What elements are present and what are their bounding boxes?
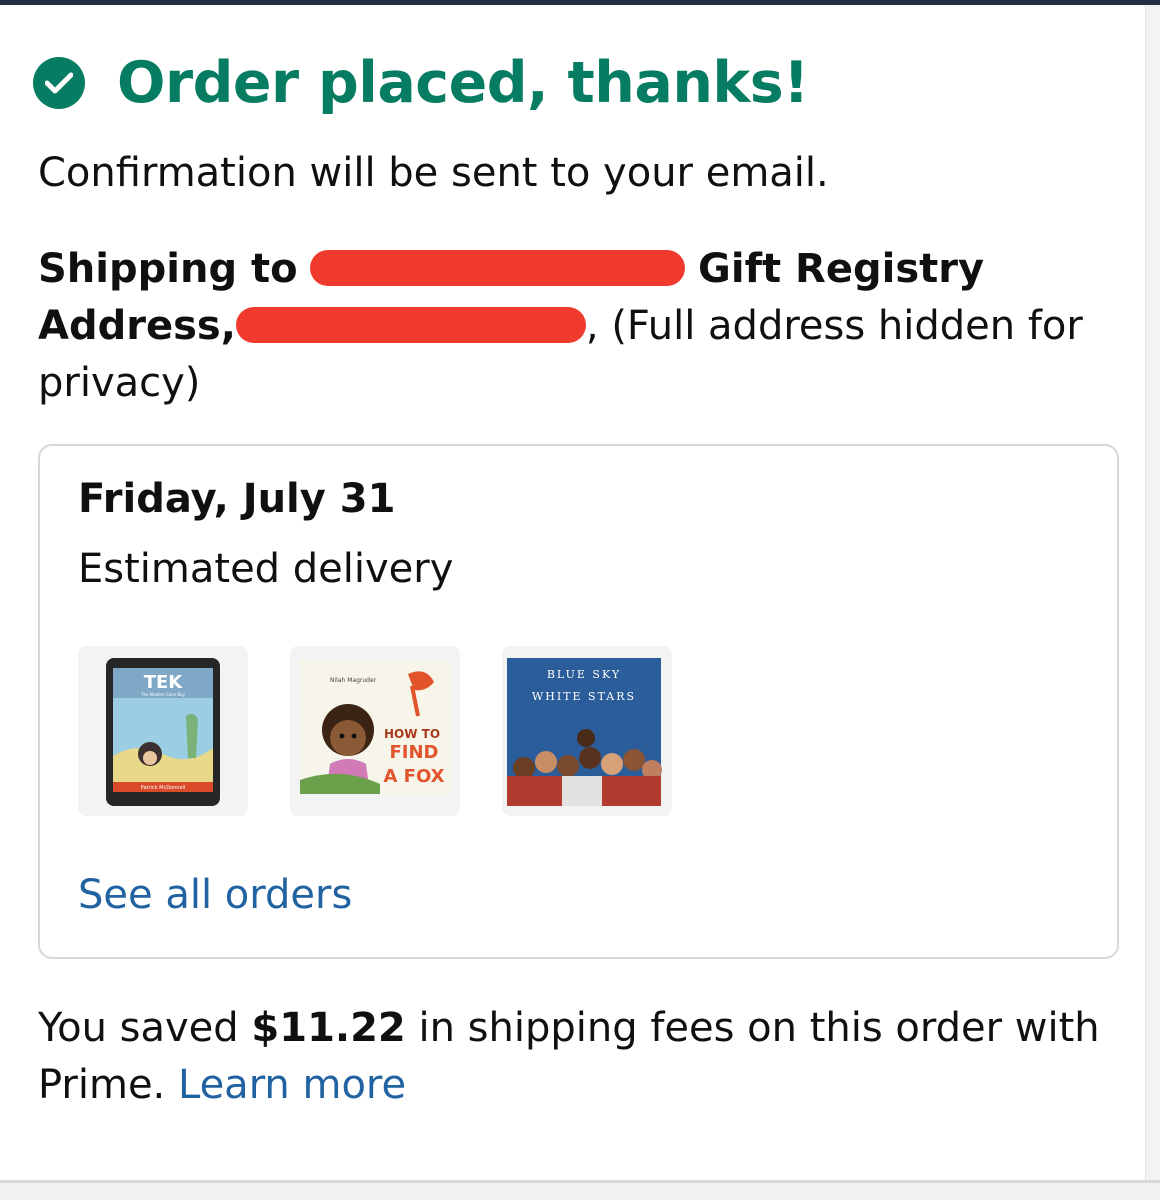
tek-author: Patrick McDonnell bbox=[141, 785, 186, 791]
order-item-thumbnails: TEK The Modern Cave Boy Patrick McDonnel… bbox=[78, 646, 672, 816]
address-label: Address, bbox=[38, 303, 236, 349]
tek-subtitle: The Modern Cave Boy bbox=[140, 692, 186, 697]
shipping-prefix: Shipping to bbox=[38, 246, 298, 292]
order-item-thumbnail[interactable]: BLUE SKY WHITE STARS bbox=[502, 646, 672, 816]
fox-title-1: HOW TO bbox=[384, 727, 440, 741]
delivery-date: Friday, July 31 bbox=[78, 476, 396, 522]
redacted-name bbox=[310, 250, 686, 286]
top-bar bbox=[0, 0, 1160, 5]
check-circle-icon bbox=[33, 57, 85, 109]
book-cover-blue-sky: BLUE SKY WHITE STARS bbox=[507, 658, 662, 806]
delivery-card: Friday, July 31 Estimated delivery TEK T… bbox=[38, 444, 1119, 959]
shipping-address: Shipping to Gift Registry Address,, (Ful… bbox=[38, 241, 1108, 412]
order-item-thumbnail[interactable]: Nilah Magruder HOW TO FIND A FOX bbox=[290, 646, 460, 816]
redacted-address bbox=[235, 307, 586, 343]
page-title: Order placed, thanks! bbox=[117, 50, 809, 116]
bottom-strip bbox=[0, 1183, 1160, 1200]
fox-title-3: A FOX bbox=[383, 766, 444, 787]
book-cover-tek: TEK The Modern Cave Boy Patrick McDonnel… bbox=[106, 658, 220, 806]
order-item-thumbnail[interactable]: TEK The Modern Cave Boy Patrick McDonnel… bbox=[78, 646, 248, 816]
learn-more-link[interactable]: Learn more bbox=[178, 1062, 406, 1108]
bluesky-title-2: WHITE STARS bbox=[532, 690, 636, 703]
delivery-label: Estimated delivery bbox=[78, 546, 454, 592]
confirmation-message: Confirmation will be sent to your email. bbox=[38, 150, 829, 196]
order-confirmation-header: Order placed, thanks! bbox=[33, 50, 809, 116]
savings-amount: $11.22 bbox=[251, 1005, 406, 1051]
registry-label: Gift Registry bbox=[698, 246, 985, 292]
book-cover-fox: Nilah Magruder HOW TO FIND A FOX bbox=[300, 660, 450, 794]
tek-title: TEK bbox=[144, 672, 184, 693]
see-all-orders-link[interactable]: See all orders bbox=[78, 872, 352, 918]
bluesky-title-1: BLUE SKY bbox=[547, 668, 621, 681]
prime-savings-message: You saved $11.22 in shipping fees on thi… bbox=[38, 1000, 1128, 1114]
fox-title-2: FIND bbox=[390, 742, 439, 763]
fox-author: Nilah Magruder bbox=[330, 677, 377, 684]
scrollbar-track[interactable] bbox=[1145, 5, 1160, 1185]
savings-prefix: You saved bbox=[38, 1005, 239, 1051]
